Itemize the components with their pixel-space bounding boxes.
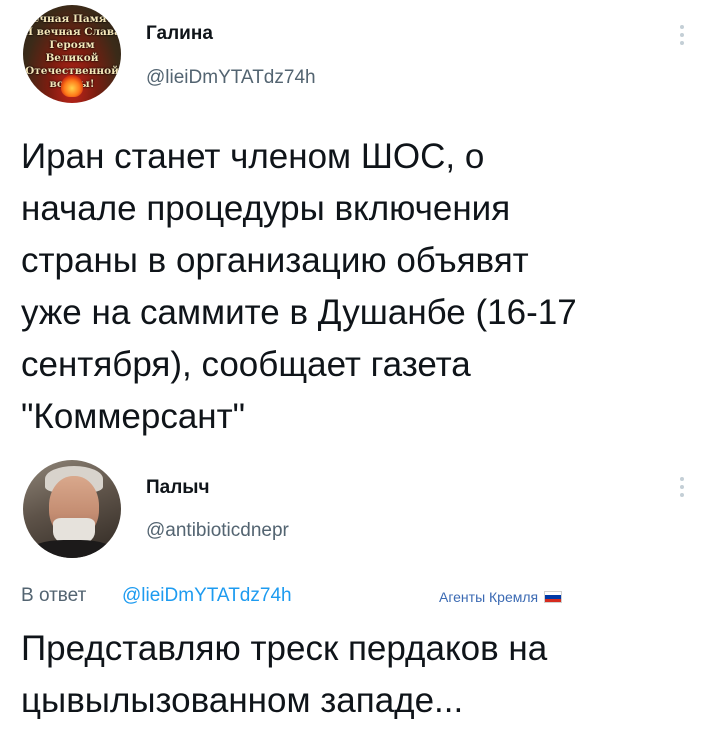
author-name[interactable]: Галина [146, 23, 213, 45]
author-handle[interactable]: @antibioticdnepr [146, 520, 289, 542]
account-badge: Агенты Кремля [439, 589, 563, 605]
tweet-text: Представляю треск пердаков на цывылызова… [21, 629, 548, 720]
reply-context: В ответ @lieiDmYTATdz74h Агенты Кремля [21, 585, 701, 615]
author-handle[interactable]: @lieiDmYTATdz74h [146, 67, 316, 89]
avatar[interactable] [23, 460, 121, 558]
eternal-flame-icon [61, 75, 83, 97]
tweet[interactable]: Вечная Память И вечная Слава Героям Вели… [0, 0, 720, 450]
tweet-text: Иран станет членом ШОС, о начале процеду… [21, 137, 577, 436]
more-options-icon[interactable] [674, 22, 690, 48]
author-name[interactable]: Палыч [146, 477, 210, 499]
avatar[interactable]: Вечная Память И вечная Слава Героям Вели… [23, 5, 121, 103]
reply-to-link[interactable]: @lieiDmYTATdz74h [122, 585, 292, 607]
badge-label: Агенты Кремля [439, 589, 539, 605]
reply-prefix: В ответ [21, 585, 87, 606]
more-options-icon[interactable] [674, 474, 690, 500]
reply-tweet[interactable]: Палыч @antibioticdnepr В ответ @lieiDmYT… [0, 450, 720, 737]
russian-flag-icon [544, 591, 563, 603]
